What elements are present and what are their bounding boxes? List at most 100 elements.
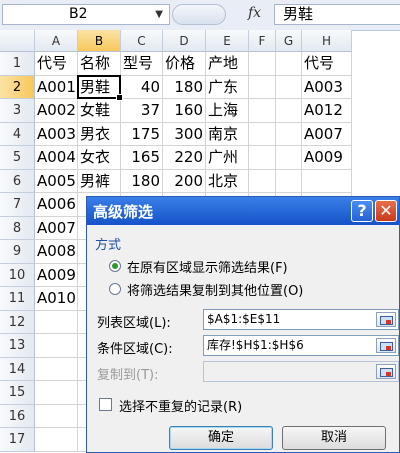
cell-a4[interactable]: A003	[35, 122, 78, 146]
row-header-2[interactable]: 2	[0, 75, 35, 99]
row-header-4[interactable]: 4	[0, 122, 35, 146]
column-header-a[interactable]: A	[35, 30, 78, 52]
cell-b5[interactable]: 女衣	[78, 146, 121, 170]
row-header-15[interactable]: 15	[0, 381, 35, 405]
formula-bar-splitter[interactable]	[172, 4, 226, 25]
cell-h5[interactable]: A009	[302, 146, 352, 170]
cell-h1[interactable]: 代号	[302, 52, 352, 76]
cell-a6[interactable]: A005	[35, 169, 78, 193]
cell-e5[interactable]: 广州	[206, 146, 249, 170]
cell-a13[interactable]	[35, 334, 78, 358]
row-header-14[interactable]: 14	[0, 357, 35, 381]
insert-function-icon[interactable]: fx	[248, 5, 261, 21]
cell-a8[interactable]: A007	[35, 216, 78, 240]
name-box-dropdown-icon[interactable]: ▼	[155, 5, 163, 24]
cell-e4[interactable]: 南京	[206, 122, 249, 146]
cell-b2[interactable]: 男鞋	[78, 75, 121, 99]
cell-a17[interactable]	[35, 428, 78, 452]
cell-d3[interactable]: 160	[163, 99, 206, 123]
cell-f6[interactable]	[249, 169, 276, 193]
cell-a14[interactable]	[35, 357, 78, 381]
column-header-f[interactable]: F	[249, 30, 276, 52]
cell-h3[interactable]: A012	[302, 99, 352, 123]
cell-b4[interactable]: 男衣	[78, 122, 121, 146]
select-all-corner[interactable]	[0, 30, 35, 52]
unique-records-label[interactable]: 选择不重复的记录(R)	[119, 396, 242, 415]
column-header-c[interactable]: C	[121, 30, 163, 52]
column-header-g[interactable]: G	[276, 30, 302, 52]
row-header-12[interactable]: 12	[0, 310, 35, 334]
row-header-6[interactable]: 6	[0, 169, 35, 193]
row-header-3[interactable]: 3	[0, 99, 35, 123]
row-header-5[interactable]: 5	[0, 146, 35, 170]
cell-b3[interactable]: 女鞋	[78, 99, 121, 123]
row-header-1[interactable]: 1	[0, 52, 35, 76]
cell-h4[interactable]: A007	[302, 122, 352, 146]
row-header-10[interactable]: 10	[0, 263, 35, 287]
cell-e1[interactable]: 产地	[206, 52, 249, 76]
cell-b6[interactable]: 男裤	[78, 169, 121, 193]
cell-d1[interactable]: 价格	[163, 52, 206, 76]
cell-c6[interactable]: 180	[121, 169, 163, 193]
row-header-17[interactable]: 17	[0, 428, 35, 452]
cell-a1[interactable]: 代号	[35, 52, 78, 76]
cell-h6[interactable]	[302, 169, 352, 193]
cell-c4[interactable]: 175	[121, 122, 163, 146]
list-range-field[interactable]: $A$1:$E$11	[203, 309, 399, 330]
cell-f4[interactable]	[249, 122, 276, 146]
range-picker-icon[interactable]	[376, 312, 396, 327]
cell-b1[interactable]: 名称	[78, 52, 121, 76]
dialog-title-bar[interactable]: 高级筛选 ? ✕	[87, 197, 399, 225]
row-header-16[interactable]: 16	[0, 404, 35, 428]
cell-c1[interactable]: 型号	[121, 52, 163, 76]
cell-g4[interactable]	[276, 122, 302, 146]
cell-e2[interactable]: 广东	[206, 75, 249, 99]
cell-a2[interactable]: A001	[35, 75, 78, 99]
cell-g2[interactable]	[276, 75, 302, 99]
cell-f2[interactable]	[249, 75, 276, 99]
row-header-13[interactable]: 13	[0, 334, 35, 358]
cell-c3[interactable]: 37	[121, 99, 163, 123]
cell-a15[interactable]	[35, 381, 78, 405]
formula-input[interactable]: 男鞋	[274, 4, 400, 25]
cell-d2[interactable]: 180	[163, 75, 206, 99]
column-header-h[interactable]: H	[302, 30, 352, 52]
radio-copy-to-location[interactable]	[109, 283, 121, 295]
cell-g5[interactable]	[276, 146, 302, 170]
column-header-d[interactable]: D	[163, 30, 206, 52]
row-header-8[interactable]: 8	[0, 216, 35, 240]
criteria-range-field[interactable]: 库存!$H$1:$H$6	[203, 335, 399, 356]
close-button[interactable]: ✕	[375, 200, 397, 222]
range-picker-icon[interactable]	[376, 338, 396, 353]
name-box[interactable]: B2 ▼	[2, 4, 170, 25]
row-header-11[interactable]: 11	[0, 287, 35, 311]
radio-copy-to-location-label[interactable]: 将筛选结果复制到其他位置(O)	[127, 280, 303, 299]
column-header-b[interactable]: B	[78, 30, 121, 52]
cell-e3[interactable]: 上海	[206, 99, 249, 123]
unique-records-checkbox[interactable]	[99, 398, 112, 411]
ok-button[interactable]: 确定	[169, 426, 273, 450]
cell-a11[interactable]: A010	[35, 287, 78, 311]
cell-a10[interactable]: A009	[35, 263, 78, 287]
cell-e6[interactable]: 北京	[206, 169, 249, 193]
cell-a12[interactable]	[35, 310, 78, 334]
cell-d4[interactable]: 300	[163, 122, 206, 146]
cell-c2[interactable]: 40	[121, 75, 163, 99]
cell-a7[interactable]: A006	[35, 193, 78, 217]
row-header-7[interactable]: 7	[0, 193, 35, 217]
cell-g1[interactable]	[276, 52, 302, 76]
help-button[interactable]: ?	[351, 200, 373, 222]
radio-filter-in-place[interactable]	[109, 260, 121, 272]
cell-d6[interactable]: 200	[163, 169, 206, 193]
row-header-9[interactable]: 9	[0, 240, 35, 264]
cell-h2[interactable]: A003	[302, 75, 352, 99]
cell-a3[interactable]: A002	[35, 99, 78, 123]
cell-a16[interactable]	[35, 404, 78, 428]
cell-g3[interactable]	[276, 99, 302, 123]
cell-a5[interactable]: A004	[35, 146, 78, 170]
cell-g6[interactable]	[276, 169, 302, 193]
cell-f1[interactable]	[249, 52, 276, 76]
cell-d5[interactable]: 220	[163, 146, 206, 170]
cell-f3[interactable]	[249, 99, 276, 123]
cancel-button[interactable]: 取消	[282, 426, 386, 450]
